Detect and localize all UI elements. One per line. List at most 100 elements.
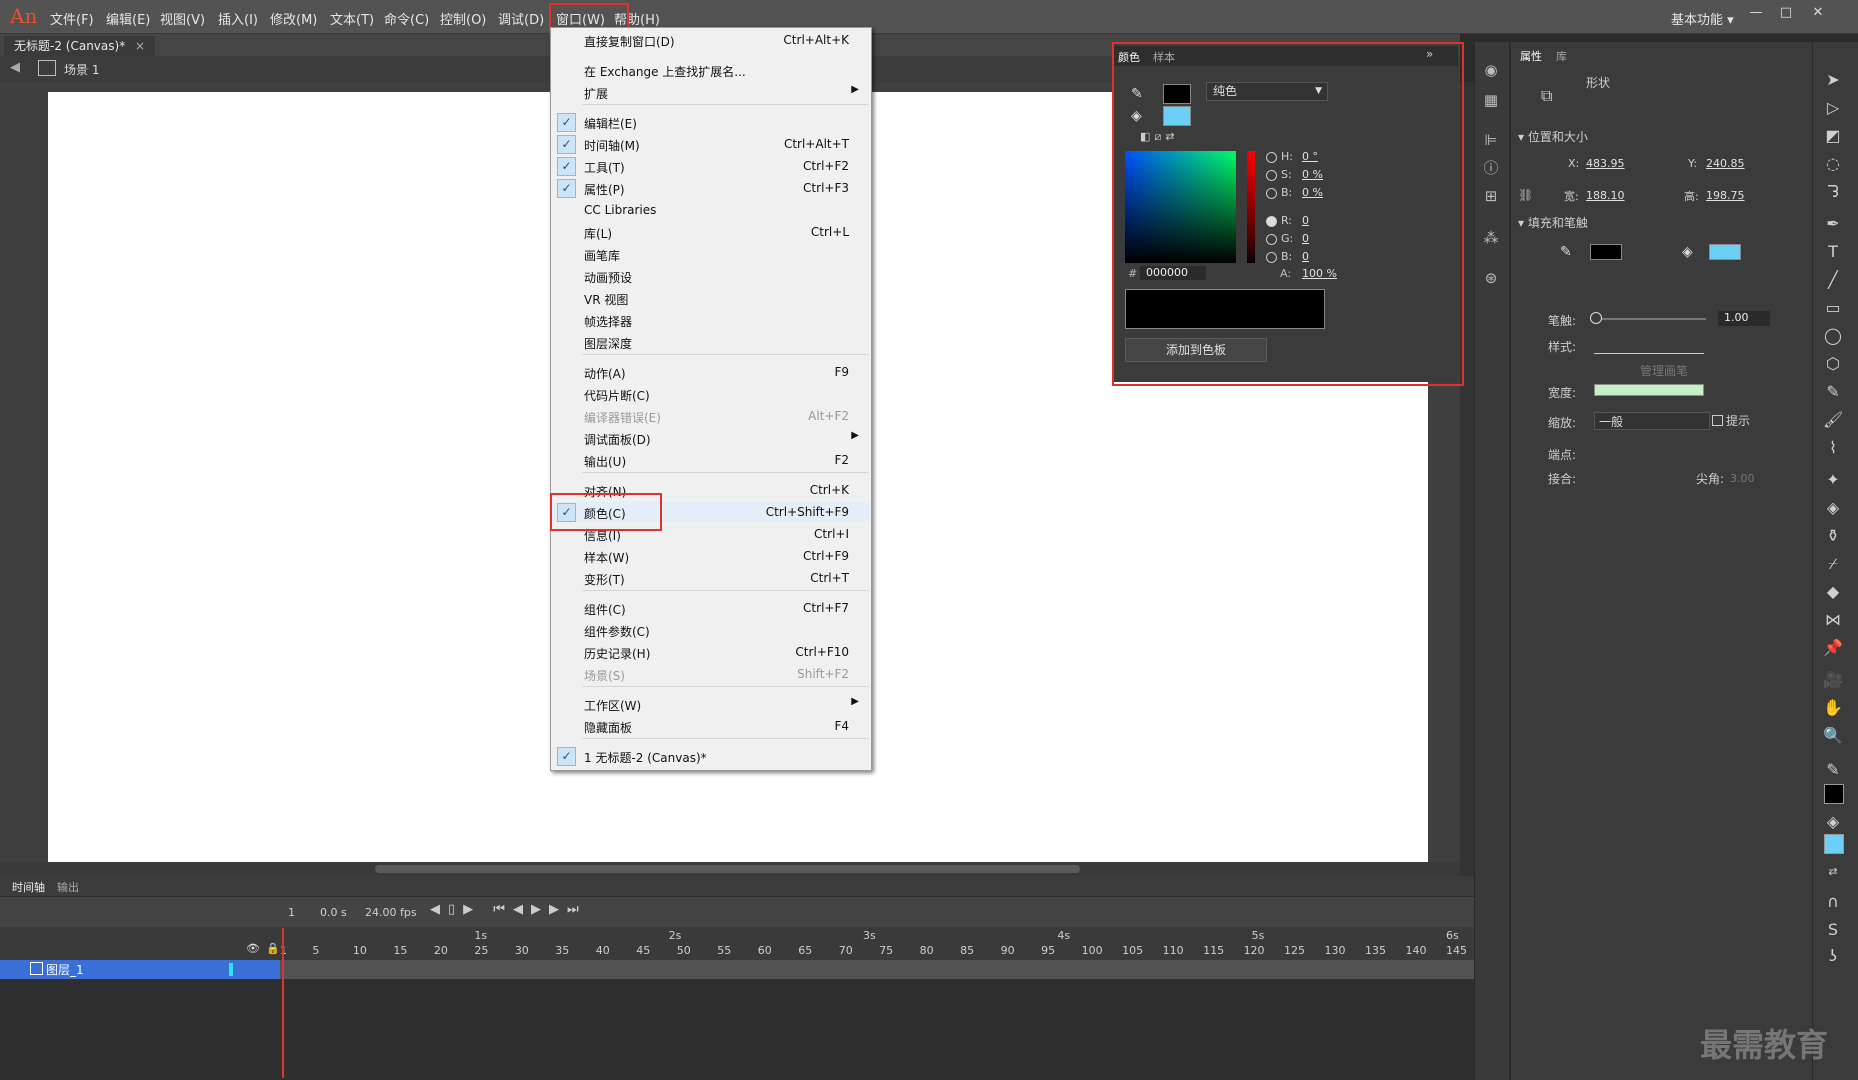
window-menu-item[interactable]: 输出(U) F2 [551,450,869,470]
color-mode-radio[interactable] [1266,170,1277,181]
width-value[interactable]: 188.10 [1586,189,1625,202]
menu-6[interactable]: 命令(C) [384,9,429,28]
menu-4[interactable]: 修改(M) [270,9,317,28]
menu-7[interactable]: 控制(O) [440,9,486,28]
window-menu-item[interactable]: 调试面板(D) ▶ [551,428,869,448]
color-component-value[interactable]: 0 ° [1302,150,1318,163]
tab-properties[interactable]: 属性 [1520,48,1542,64]
tab-output[interactable]: 输出 [57,879,79,895]
window-menu-item[interactable]: ✓ 时间轴(M) Ctrl+Alt+T [551,134,869,154]
height-value[interactable]: 198.75 [1706,189,1745,202]
window-menu-item[interactable]: 库(L) Ctrl+L [551,222,869,242]
horizontal-scroll-thumb[interactable] [375,865,1080,873]
menu-8[interactable]: 调试(D) [498,9,544,28]
bone-tool-icon[interactable]: ✦ [1823,470,1843,490]
swatches-panel-icon[interactable]: ▦ [1481,90,1501,110]
window-menu-item[interactable]: VR 视图 [551,288,869,308]
color-component-value[interactable]: 0 % [1302,168,1323,181]
hand-tool-icon[interactable]: ✋ [1823,698,1843,718]
window-menu-item[interactable]: 直接复制窗口(D) Ctrl+Alt+K [551,30,869,50]
maximize-button[interactable]: □ [1776,5,1796,25]
snap-magnet-icon[interactable]: ∩ [1823,892,1843,912]
width-tool-icon[interactable]: ⋈ [1823,610,1843,630]
menu-3[interactable]: 插入(I) [218,9,258,28]
layer-color-swatch[interactable] [229,963,233,976]
window-menu-item[interactable]: 编译器错误(E) Alt+F2 [551,406,869,426]
window-menu-item[interactable]: 历史记录(H) Ctrl+F10 [551,642,869,662]
eyedropper-icon[interactable]: ⌿ [1823,554,1843,574]
window-menu-item[interactable]: 样本(W) Ctrl+F9 [551,546,869,566]
subselection-tool-icon[interactable]: ▷ [1823,98,1843,118]
close-button[interactable]: ✕ [1808,5,1828,25]
tab-library[interactable]: 库 [1556,48,1567,64]
window-menu-item[interactable]: 工作区(W) ▶ [551,694,869,714]
window-menu-item[interactable]: 帧选择器 [551,310,869,330]
brush-tool-icon[interactable]: ⌇ [1823,438,1843,458]
menu-5[interactable]: 文本(T) [330,9,374,28]
window-menu-item[interactable]: 变形(T) Ctrl+T [551,568,869,588]
stroke-value[interactable]: 1.00 [1718,311,1770,326]
swap-colors-icon[interactable]: ⇄ [1823,862,1843,882]
hint-checkbox[interactable] [1712,415,1723,426]
pen-tool-icon[interactable]: ✒ [1823,214,1843,234]
color-component-value[interactable]: 0 [1302,232,1309,245]
straighten-icon[interactable]: ʖ [1823,946,1843,966]
document-tab[interactable]: 无标题-2 (Canvas)* × [4,36,156,56]
color-panel-icon[interactable]: ◉ [1481,60,1501,80]
oval-tool-icon[interactable]: ◯ [1823,326,1843,346]
window-menu-item[interactable]: ✓ 1 无标题-2 (Canvas)* [551,746,869,766]
window-menu-item[interactable]: ✓ 工具(T) Ctrl+F2 [551,156,869,176]
playback-controls[interactable]: ◀▯▶ ⏮◀▶▶⏭ [430,902,587,917]
scale-select[interactable]: 一般 [1594,412,1710,430]
pin-icon[interactable]: 📌 [1823,638,1843,658]
ink-bottle-icon[interactable]: ⚱ [1823,526,1843,546]
manage-brushes-button[interactable]: 管理画笔 [1640,362,1688,379]
close-tab-icon[interactable]: × [135,39,145,53]
window-menu-item[interactable]: 在 Exchange 上查找扩展名... [551,60,869,80]
menu-2[interactable]: 视图(V) [160,9,205,28]
window-menu-item[interactable]: ✓ 编辑栏(E) [551,112,869,132]
tool-fill-swatch[interactable] [1824,834,1844,854]
paint-brush-icon[interactable]: 🖌 [1823,410,1843,430]
section-fill-stroke[interactable]: ▾ 填充和笔触 [1518,214,1588,231]
camera-icon[interactable]: 🎥 [1823,670,1843,690]
rectangle-tool-icon[interactable]: ▭ [1823,298,1843,318]
components-icon[interactable]: ⁂ [1481,228,1501,248]
free-transform-icon[interactable]: ◩ [1823,126,1843,146]
eraser-icon[interactable]: ◆ [1823,582,1843,602]
link-icon[interactable]: ⛓ [1518,188,1533,202]
selection-tool-icon[interactable]: ➤ [1823,70,1843,90]
window-menu-item[interactable]: ✓ 属性(P) Ctrl+F3 [551,178,869,198]
pencil-tool-icon[interactable]: ✎ [1823,382,1843,402]
section-position-size[interactable]: ▾ 位置和大小 [1518,128,1588,145]
window-menu-item[interactable]: 代码片断(C) [551,384,869,404]
color-component-value[interactable]: 0 [1302,214,1309,227]
stroke-slider[interactable] [1596,318,1706,320]
color-mode-radio[interactable] [1266,252,1277,263]
minimize-button[interactable]: — [1746,5,1766,25]
zoom-tool-icon[interactable]: 🔍 [1823,726,1843,746]
lasso-icon[interactable]: ᘊ [1823,182,1843,202]
properties-stroke-swatch[interactable] [1590,244,1622,260]
tool-stroke-swatch[interactable] [1824,784,1844,804]
menu-0[interactable]: 文件(F) [50,9,94,28]
visibility-eye-icon[interactable]: 👁 [246,942,260,955]
lock-icon[interactable]: 🔒 [266,942,280,955]
tab-timeline[interactable]: 时间轴 [12,879,45,895]
window-menu-item[interactable]: 动画预设 [551,266,869,286]
cc-libraries-icon[interactable]: ⊛ [1481,268,1501,288]
window-menu-item[interactable]: 组件参数(C) [551,620,869,640]
line-tool-icon[interactable]: ╱ [1823,270,1843,290]
window-menu-item[interactable]: 图层深度 [551,332,869,352]
window-menu-item[interactable]: 动作(A) F9 [551,362,869,382]
frame-rate[interactable]: 24.00 fps [365,906,417,919]
window-menu-item[interactable]: 隐藏面板 F4 [551,716,869,736]
polystar-tool-icon[interactable]: ⬡ [1823,354,1843,374]
stroke-color-tool-icon[interactable]: ✎ [1823,760,1843,780]
text-tool-icon[interactable]: T [1823,242,1843,262]
color-mode-radio[interactable] [1266,234,1277,245]
3d-rotation-icon[interactable]: ◌ [1823,154,1843,174]
window-menu-item[interactable]: CC Libraries [551,200,869,220]
miter-value[interactable]: 3.00 [1730,472,1755,485]
paint-bucket-icon[interactable]: ◈ [1823,498,1843,518]
